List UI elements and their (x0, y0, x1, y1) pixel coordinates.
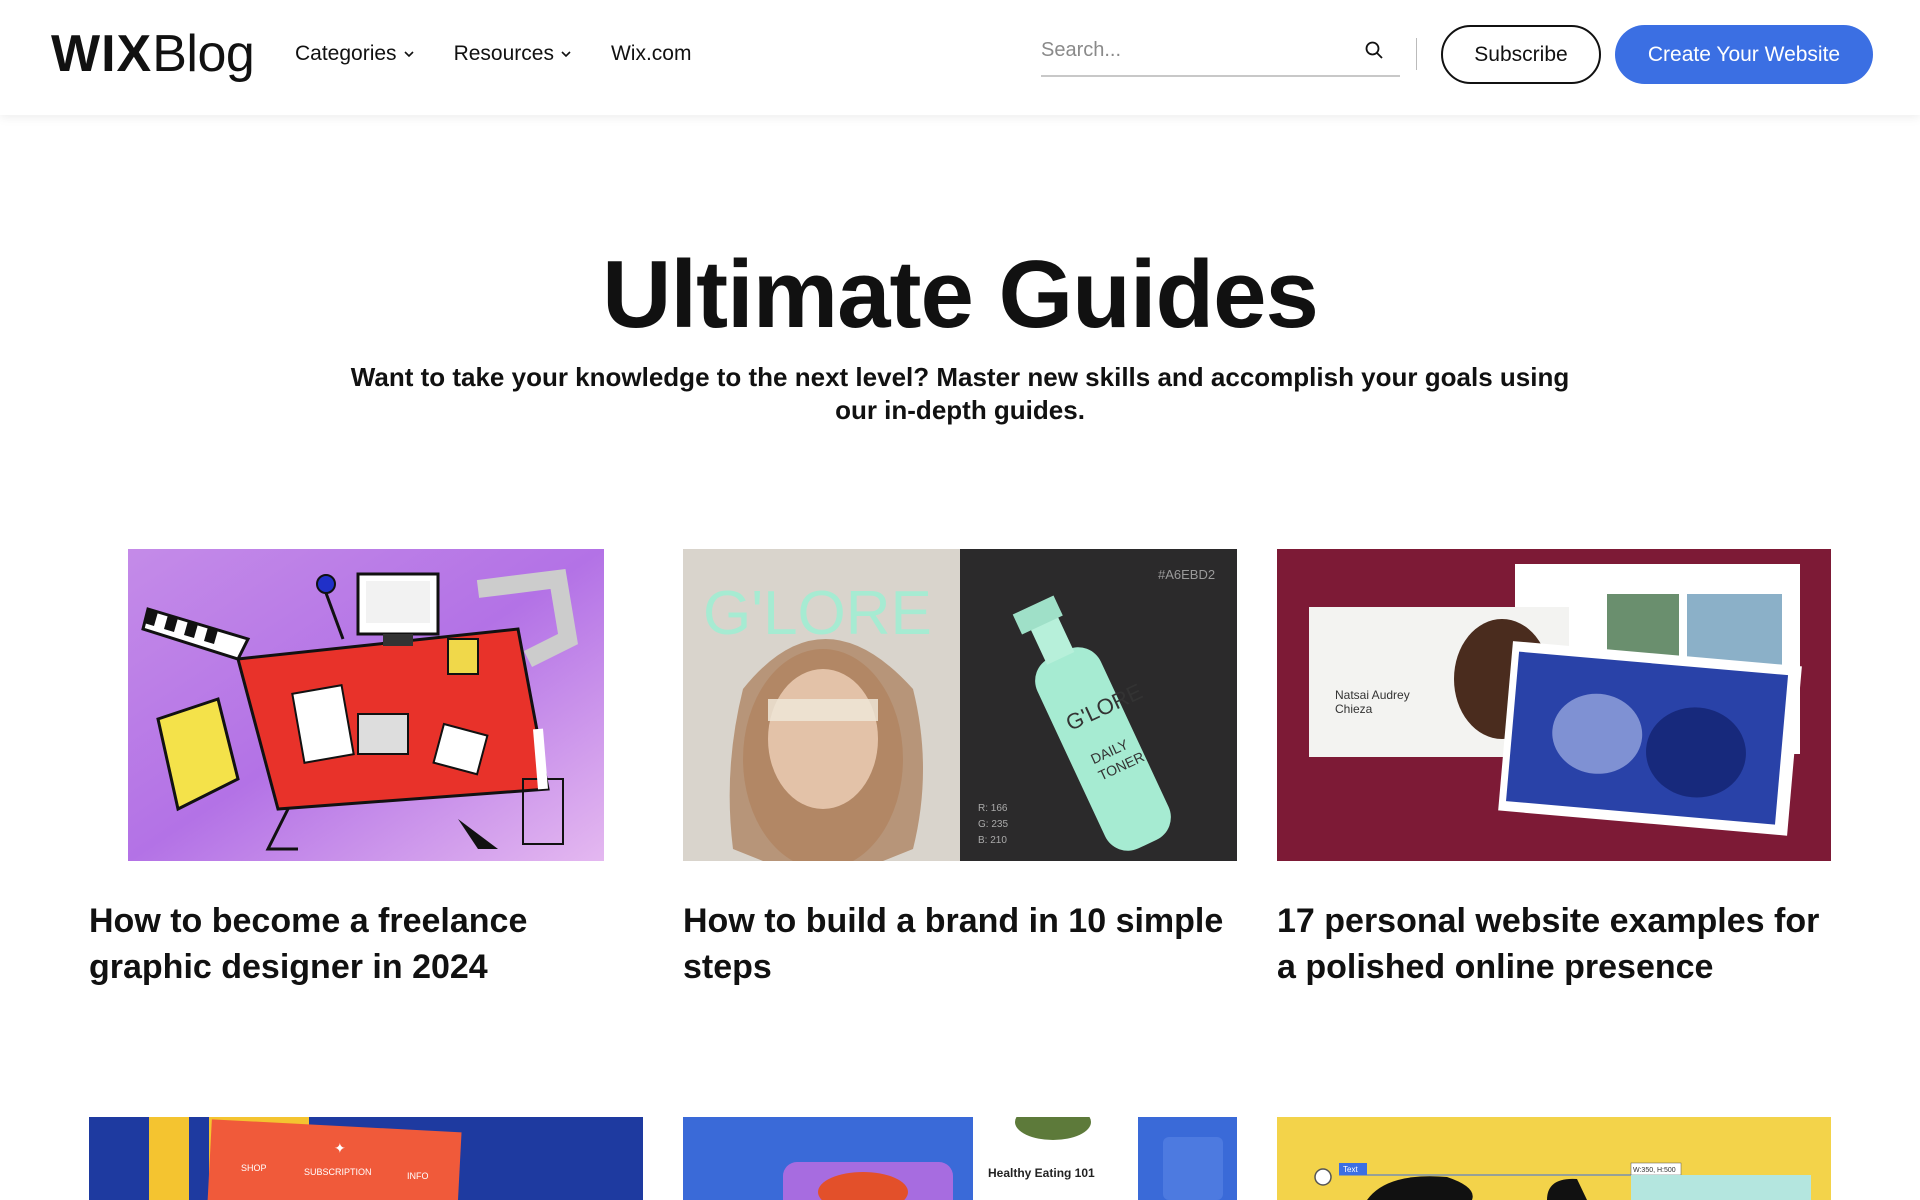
logo-blog: Blog (152, 25, 255, 83)
create-website-button[interactable]: Create Your Website (1615, 25, 1873, 84)
poster-info-text: INFO (407, 1171, 429, 1181)
card-image-editor[interactable]: Text W:350, H:500 (1277, 1117, 1831, 1200)
search-input[interactable] (1041, 30, 1341, 70)
card-image-personal-website[interactable]: Natsai Audrey Chieza (1277, 549, 1831, 861)
page-title: Ultimate Guides (602, 241, 1319, 348)
rgb-r-text: R: 166 (978, 803, 1008, 814)
header-divider (1416, 38, 1417, 70)
nav-categories-label: Categories (295, 42, 397, 65)
editor-text-tag: Text (1343, 1165, 1358, 1174)
card-image-brand[interactable]: G'LORE #A6EBD2 G'LORE DAILY TONER R: 166… (683, 549, 1237, 861)
nav-wix-com-label: Wix.com (610, 42, 692, 65)
chevron-down-icon (403, 51, 414, 58)
nav-resources-label: Resources (453, 42, 554, 65)
hex-code-text: #A6EBD2 (1158, 567, 1215, 582)
profile-name-line2: Chieza (1335, 702, 1373, 716)
card-image-poster[interactable]: ✦ SHOP SUBSCRIPTION INFO (89, 1117, 643, 1200)
search-icon[interactable] (1364, 40, 1384, 60)
rgb-b-text: B: 210 (978, 835, 1007, 846)
brand-logo-text: G'LORE (703, 579, 932, 648)
card-image-illustration[interactable] (128, 549, 604, 861)
chevron-down-icon (561, 51, 571, 58)
nav-resources[interactable]: Resources (454, 42, 572, 66)
site-header: WIXBlog Categories Resources Wix.com Sub… (0, 0, 1920, 115)
profile-name-line1: Natsai Audrey (1335, 688, 1410, 702)
card-title[interactable]: 17 personal website examples for a polis… (1277, 898, 1837, 990)
main-nav: Categories Resources Wix.com (295, 42, 730, 66)
poster-shop-text: SHOP (241, 1163, 267, 1173)
nav-categories[interactable]: Categories (295, 42, 415, 66)
subscribe-button[interactable]: Subscribe (1441, 25, 1601, 84)
editor-size-label: W:350, H:500 (1633, 1167, 1676, 1174)
poster-subscription-text: SUBSCRIPTION (304, 1167, 372, 1177)
search-bar (1041, 30, 1400, 77)
card-title[interactable]: How to become a freelance graphic design… (89, 898, 609, 990)
wix-blog-logo[interactable]: WIXBlog (51, 24, 255, 84)
rgb-g-text: G: 235 (978, 819, 1008, 830)
page-subtitle: Want to take your knowledge to the next … (350, 362, 1570, 425)
logo-wix: WIX (51, 25, 153, 83)
nav-wix-com[interactable]: Wix.com (611, 42, 692, 66)
decor-star-icon: ✦ (334, 1140, 346, 1156)
healthy-eating-label: Healthy Eating 101 (988, 1166, 1095, 1180)
card-title[interactable]: How to build a brand in 10 simple steps (683, 898, 1237, 990)
card-image-healthy-eating[interactable]: Healthy Eating 101 (683, 1117, 1237, 1200)
